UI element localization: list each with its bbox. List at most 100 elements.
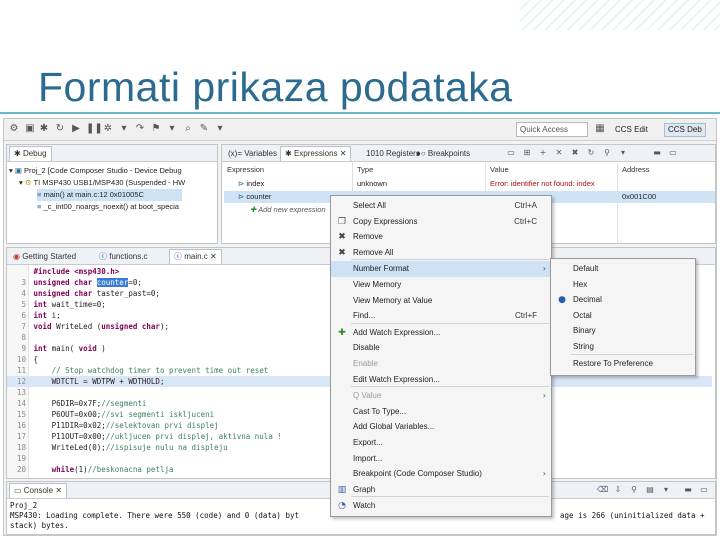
console-project: Proj_2 bbox=[10, 501, 38, 510]
tab-getting-started[interactable]: ◉ Getting Started bbox=[9, 249, 80, 264]
format-option-restore-to-preference[interactable]: Restore To Preference bbox=[551, 356, 695, 372]
format-option-hex[interactable]: Hex bbox=[551, 277, 695, 293]
menu-item-graph[interactable]: ▥ Graph bbox=[331, 482, 551, 498]
line-number: 18 bbox=[16, 443, 26, 452]
flag-icon[interactable]: ⚑ bbox=[150, 123, 162, 135]
menu-item-label: Remove All bbox=[353, 247, 394, 257]
tab-breakpoints[interactable]: ●○ Breakpoints bbox=[412, 146, 474, 161]
debug-tree-row-selected[interactable]: ≡ main() at main.c:12 0x01005C bbox=[37, 189, 182, 201]
expression-address: 0x001C00 bbox=[622, 192, 657, 201]
close-icon[interactable]: ✕ bbox=[53, 486, 62, 495]
collapse-icon[interactable]: ▭ bbox=[506, 148, 516, 158]
menu-item-q-value: Q Value › bbox=[331, 388, 551, 404]
chevron-down-icon[interactable]: ▾ bbox=[166, 123, 178, 135]
add-icon[interactable]: + bbox=[538, 148, 548, 158]
gear-icon[interactable]: ✲ bbox=[102, 123, 114, 135]
menu-item-remove-all[interactable]: ✖ Remove All bbox=[331, 245, 551, 261]
menu-separator bbox=[571, 353, 693, 355]
refresh-icon[interactable]: ↻ bbox=[586, 148, 596, 158]
remove-all-icon[interactable]: ✖ bbox=[570, 148, 580, 158]
perspective-ccs-edit[interactable]: CCS Edit bbox=[612, 123, 651, 137]
pen-icon[interactable]: ✎ bbox=[198, 123, 210, 135]
menu-item-find[interactable]: Find... Ctrl+F bbox=[331, 308, 551, 324]
chevron-down-icon[interactable]: ▾ bbox=[214, 123, 226, 135]
clear-console-icon[interactable]: ⌫ bbox=[597, 485, 608, 495]
remove-icon: ✖ bbox=[338, 232, 346, 243]
menu-item-cast-to-type[interactable]: Cast To Type... bbox=[331, 404, 551, 420]
column-expression[interactable]: Expression bbox=[227, 164, 264, 176]
menu-item-import[interactable]: Import... bbox=[331, 451, 551, 467]
tab-functions-c[interactable]: ⓒ functions.c bbox=[95, 249, 151, 264]
format-option-string[interactable]: String bbox=[551, 339, 695, 355]
chevron-right-icon: › bbox=[542, 264, 546, 274]
refresh-icon[interactable]: ↻ bbox=[54, 123, 66, 135]
expression-name[interactable]: ⊳ counter bbox=[238, 191, 271, 203]
debug-icon[interactable]: ⚙ bbox=[8, 123, 20, 135]
tab-variables[interactable]: (x)= Variables bbox=[224, 146, 281, 161]
menu-item-watch[interactable]: ◔ Watch bbox=[331, 498, 551, 514]
code-text: // Stop watchdog timer to prevent time o… bbox=[51, 366, 269, 375]
menu-item-breakpoint-code-composer-studio[interactable]: Breakpoint (Code Composer Studio) › bbox=[331, 466, 551, 482]
maximize-icon[interactable]: ▭ bbox=[699, 485, 709, 495]
display-console-icon[interactable]: ▤ bbox=[645, 485, 655, 495]
run-icon[interactable]: ▶ bbox=[70, 123, 82, 135]
menu-item-number-format[interactable]: Number Format › bbox=[331, 261, 551, 278]
menu-item-disable[interactable]: Disable bbox=[331, 340, 551, 356]
expand-icon[interactable]: ⊞ bbox=[522, 148, 532, 158]
format-option-decimal[interactable]: ● Decimal bbox=[551, 292, 695, 308]
format-option-octal[interactable]: Octal bbox=[551, 308, 695, 324]
debug-tabbar: ✱ Debug bbox=[7, 145, 217, 162]
menu-item-view-memory-at-value[interactable]: View Memory at Value bbox=[331, 293, 551, 309]
file-c-icon: ⓒ bbox=[174, 252, 185, 261]
menu-item-copy-expressions[interactable]: ❐ Copy Expressions Ctrl+C bbox=[331, 214, 551, 230]
perspective-ccs-debug[interactable]: CCS Deb bbox=[664, 123, 706, 137]
search-icon[interactable]: ⌕ bbox=[182, 123, 194, 135]
remove-icon[interactable]: ✕ bbox=[554, 148, 564, 158]
menu-item-add-global-variables[interactable]: Add Global Variables... bbox=[331, 419, 551, 435]
pin-icon[interactable]: ⚲ bbox=[602, 148, 612, 158]
add-new-expression[interactable]: ✚ Add new expression bbox=[250, 204, 326, 216]
suspend-icon[interactable]: ❚❚ bbox=[86, 123, 103, 135]
quick-access-input[interactable]: Quick Access bbox=[516, 122, 588, 137]
chevron-down-icon[interactable]: ▾ bbox=[661, 485, 671, 495]
column-address[interactable]: Address bbox=[622, 164, 650, 176]
code-text: int main( void ) bbox=[33, 344, 106, 353]
code-text: unsigned char taster_past=0; bbox=[33, 289, 160, 298]
build-icon[interactable]: ▣ bbox=[24, 123, 36, 135]
expression-value: Error: identifier not found: index bbox=[490, 179, 595, 188]
open-perspective-icon[interactable]: ▦ bbox=[594, 123, 606, 135]
column-separator bbox=[617, 163, 618, 243]
file-c-icon: ⓒ bbox=[99, 252, 110, 261]
minimize-icon[interactable]: ▬ bbox=[683, 485, 693, 495]
menu-item-export[interactable]: Export... bbox=[331, 435, 551, 451]
expression-row[interactable]: ⊳ index bbox=[238, 178, 264, 190]
menu-separator bbox=[351, 259, 549, 261]
pin-icon[interactable]: ⚲ bbox=[629, 485, 639, 495]
tab-debug[interactable]: ✱ Debug bbox=[9, 146, 52, 161]
close-icon[interactable]: ✕ bbox=[208, 252, 217, 261]
debug-tree-row[interactable]: ≡ _c_int00_noargs_noexit() at boot_speci… bbox=[37, 201, 179, 213]
debug-tree-row[interactable]: ▾ ⚙ TI MSP430 USB1/MSP430 (Suspended - H… bbox=[19, 177, 185, 189]
chevron-down-icon[interactable]: ▾ bbox=[118, 123, 130, 135]
menu-item-edit-watch-expression[interactable]: Edit Watch Expression... bbox=[331, 372, 551, 388]
step-icon[interactable]: ↷ bbox=[134, 123, 146, 135]
debug-tree-row[interactable]: ▾ ▣ Proj_2 [Code Composer Studio - Devic… bbox=[9, 165, 182, 177]
minimize-icon[interactable]: ▬ bbox=[652, 148, 662, 158]
menu-item-remove[interactable]: ✖ Remove bbox=[331, 229, 551, 245]
menu-item-view-memory[interactable]: View Memory bbox=[331, 277, 551, 293]
menu-item-label: Add Global Variables... bbox=[353, 422, 435, 432]
format-option-default[interactable]: Default bbox=[551, 261, 695, 277]
bug-icon[interactable]: ✱ bbox=[38, 123, 50, 135]
tab-main-c[interactable]: ⓒ main.c ✕ bbox=[169, 249, 222, 264]
format-option-binary[interactable]: Binary bbox=[551, 323, 695, 339]
maximize-icon[interactable]: ▭ bbox=[668, 148, 678, 158]
column-value[interactable]: Value bbox=[490, 164, 509, 176]
menu-item-add-watch-expression[interactable]: ✚ Add Watch Expression... bbox=[331, 325, 551, 341]
tab-console[interactable]: ▭ Console ✕ bbox=[9, 483, 68, 498]
tab-expressions[interactable]: ✱ Expressions ✕ bbox=[280, 146, 352, 161]
chevron-down-icon[interactable]: ▾ bbox=[618, 148, 628, 158]
close-icon[interactable]: ✕ bbox=[338, 149, 347, 158]
column-type[interactable]: Type bbox=[357, 164, 373, 176]
scroll-lock-icon[interactable]: ⇩ bbox=[613, 485, 623, 495]
menu-item-select-all[interactable]: Select All Ctrl+A bbox=[331, 198, 551, 214]
